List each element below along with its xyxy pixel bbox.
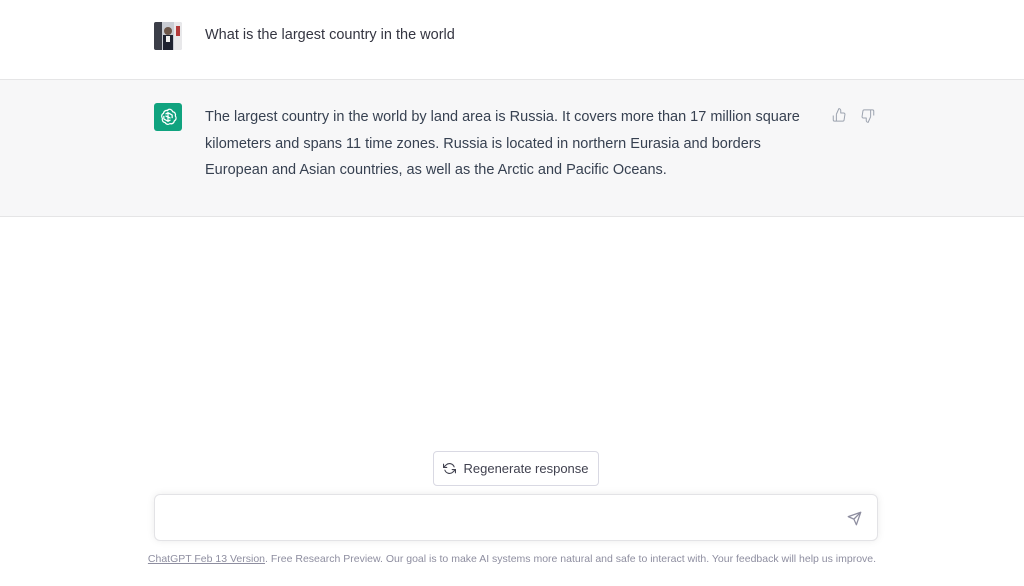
regenerate-label: Regenerate response	[463, 461, 589, 476]
disclaimer-text: . Free Research Preview. Our goal is to …	[265, 553, 877, 565]
send-icon	[847, 511, 861, 525]
thumbs-down-button[interactable]	[858, 106, 876, 124]
user-photo-icon	[154, 22, 182, 50]
refresh-icon	[443, 463, 457, 474]
user-message-text: What is the largest country in the world	[205, 27, 455, 43]
thumbs-up-button[interactable]	[830, 106, 848, 124]
thumbs-down-icon	[861, 108, 874, 123]
assistant-message-text: The largest country in the world by land…	[205, 109, 800, 178]
message-input[interactable]	[169, 505, 833, 533]
message-composer	[154, 494, 878, 541]
openai-logo-icon	[161, 108, 177, 125]
version-link[interactable]: ChatGPT Feb 13 Version	[148, 553, 265, 565]
regenerate-response-button[interactable]: Regenerate response	[433, 451, 599, 486]
send-button[interactable]	[845, 509, 863, 527]
thumbs-up-icon	[832, 107, 845, 122]
footer-disclaimer: ChatGPT Feb 13 Version. Free Research Pr…	[0, 553, 1024, 565]
assistant-avatar	[154, 103, 182, 131]
user-avatar	[154, 22, 182, 50]
